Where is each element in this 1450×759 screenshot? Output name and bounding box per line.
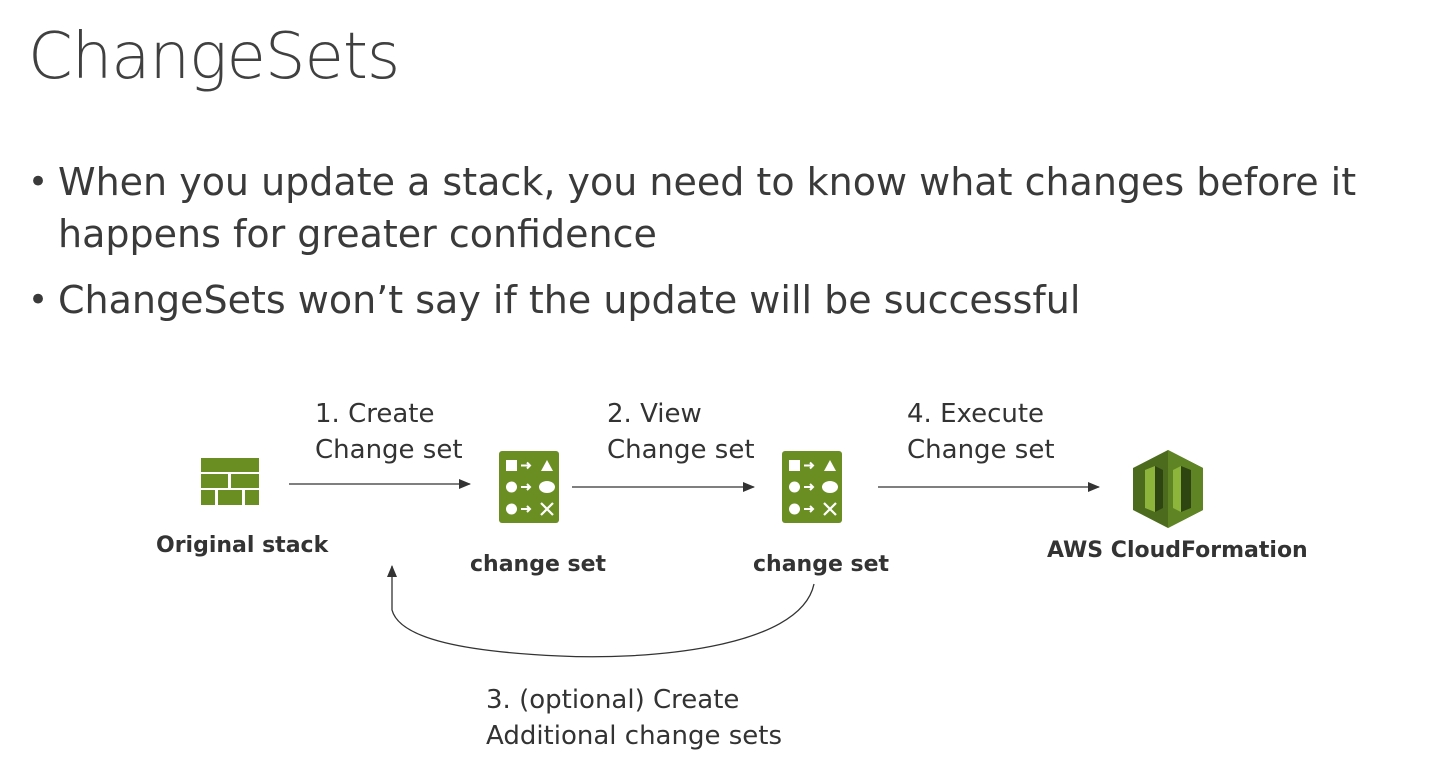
original-stack-label: Original stack [156, 533, 329, 558]
brick-wall-icon [201, 458, 259, 505]
step-view-line2: Change set [607, 435, 755, 465]
diagram-connectors [289, 479, 1100, 658]
cloudformation-icon [1133, 450, 1203, 528]
step-execute-line2: Change set [907, 435, 1055, 465]
change-set-label: change set [470, 552, 607, 577]
step-optional-line2: Additional change sets [486, 721, 783, 751]
cloudformation-label: AWS CloudFormation [1047, 538, 1308, 563]
change-set-icon [499, 451, 559, 523]
step-optional-line1: 3. (optional) Create [486, 685, 740, 715]
step-view-label: 2. View Change set [607, 396, 755, 468]
change-set-label: change set [753, 552, 890, 577]
step-create-label: 1. Create Change set [315, 396, 463, 468]
step-create-line1: 1. Create [315, 399, 435, 429]
step-execute-label: 4. Execute Change set [907, 396, 1055, 468]
arrow-optional-loop [387, 565, 815, 658]
step-view-line1: 2. View [607, 399, 702, 429]
change-set-icon [782, 451, 842, 523]
step-optional-label: 3. (optional) Create Additional change s… [486, 682, 782, 754]
step-execute-line1: 4. Execute [907, 399, 1045, 429]
step-create-line2: Change set [315, 435, 463, 465]
